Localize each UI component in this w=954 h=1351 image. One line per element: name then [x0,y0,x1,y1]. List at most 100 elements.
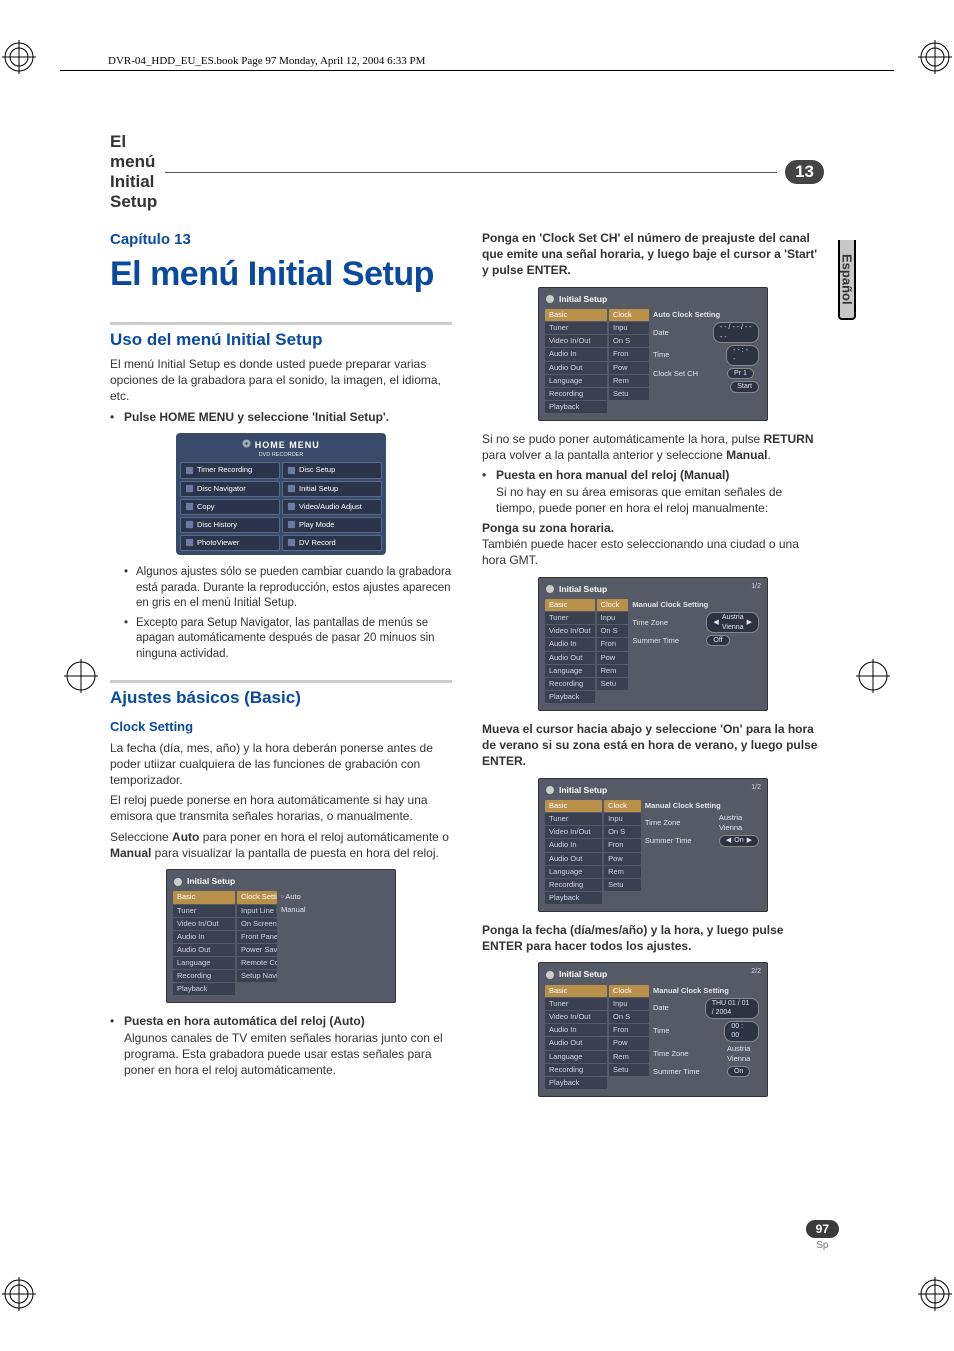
gear-icon [545,785,555,795]
osd-sidebar-item: Rem [609,1051,649,1063]
osd-sidebar-item: Recording [545,388,607,400]
osd-sidebar-item: Basic [545,599,595,611]
osd-sidebar-item: Basic [545,309,607,321]
book-header-info: DVR-04_HDD_EU_ES.book Page 97 Monday, Ap… [108,55,425,67]
page-number: 97 [806,1220,839,1238]
home-menu-item: Timer Recording [180,462,280,478]
osd-sidebar-item: Recording [173,970,235,982]
disc-icon [242,439,251,448]
home-menu-item: Disc Setup [282,462,382,478]
instruction: Ponga la fecha (día/mes/año) y la hora, … [482,922,824,954]
gear-icon [173,877,183,887]
osd-option: ▫ Auto [279,891,389,903]
initial-setup-osd-auto-clock: Initial Setup BasicTunerVideo In/OutAudi… [538,287,768,421]
heading-basic: Ajustes básicos (Basic) [110,680,452,710]
osd-sidebar-item: On S [609,335,649,347]
osd-sidebar-item: Video In/Out [173,918,235,930]
heading-uso: Uso del menú Initial Setup [110,322,452,352]
osd-sidebar-item: Setu [604,879,641,891]
home-menu-item: Copy [180,499,280,515]
osd-value-row: Time ZoneAustria Vienna [651,1043,761,1065]
instruction-bullet: Puesta en hora automática del reloj (Aut… [110,1013,452,1078]
osd-sidebar-item: Video In/Out [545,1011,607,1023]
gear-icon [545,294,555,304]
paragraph: El menú Initial Setup es donde usted pue… [110,356,452,405]
osd-sidebar-item: Clock [609,309,649,321]
osd-sidebar-item: Fron [609,348,649,360]
osd-sidebar-item: Rem [604,866,641,878]
instruction: Mueva el cursor hacia abajo y seleccione… [482,721,824,770]
osd-sidebar-item: Tuner [545,998,607,1010]
osd-value-row: Clock Set CHPr 1 [651,367,761,380]
osd-sidebar-item: Playback [545,1077,607,1089]
header-rule [60,70,894,71]
paragraph: Seleccione Auto para poner en hora el re… [110,829,452,861]
osd-sidebar-item: Language [545,375,607,387]
osd-value-row: Time Zone◀Austria Vienna▶ [630,611,761,634]
osd-submenu-item: Front Panel Display [237,931,277,943]
section-rule [165,172,777,173]
osd-option: Manual [279,904,389,916]
instruction-bullet: Pulse HOME MENU y seleccione 'Initial Se… [110,409,452,425]
osd-value-row: DateTHU 01 / 01 / 2004 [651,997,761,1020]
osd-sidebar-item: Language [545,665,595,677]
gear-icon [545,970,555,980]
paragraph: La fecha (día, mes, año) y la hora deber… [110,740,452,789]
page-content: Capítulo 13 El menú Initial Setup Uso de… [110,230,824,1211]
manual-page: { "header_book_info": "DVR-04_HDD_EU_ES.… [0,0,954,1351]
osd-sidebar-item: Rem [609,375,649,387]
osd-sidebar-item: Basic [173,891,235,903]
osd-sidebar-item: Basic [545,800,602,812]
instruction: Ponga en 'Clock Set CH' el número de pre… [482,230,824,279]
home-menu-osd: HOME MENU DVD RECORDER Timer RecordingDi… [176,433,386,555]
initial-setup-osd-manual-2: 1/2 Initial Setup BasicTunerVideo In/Out… [538,778,768,912]
osd-sidebar-item: Pow [597,652,629,664]
osd-sidebar-item: Setu [609,388,649,400]
osd-submenu-item: Power Save [237,944,277,956]
registration-mark-icon [918,40,952,74]
osd-sidebar-item: Pow [604,853,641,865]
osd-sidebar-item: Video In/Out [545,335,607,347]
registration-mark-icon [64,659,98,693]
home-menu-title: HOME MENU [180,439,382,451]
section-header-bar: El menú Initial Setup 13 [110,132,824,212]
osd-sidebar-item: Audio In [545,348,607,360]
osd-sidebar-item: On S [609,1011,649,1023]
home-menu-subtitle: DVD RECORDER [180,452,382,459]
osd-sidebar-item: Fron [597,638,629,650]
osd-sidebar-item: On S [597,625,629,637]
osd-sidebar-item: Language [173,957,235,969]
osd-sidebar-item: Setu [597,678,629,690]
osd-submenu-item: Setup Navigator [237,970,277,982]
osd-sidebar-item: Pow [609,362,649,374]
osd-submenu-item: Remote Control Set [237,957,277,969]
osd-sidebar-item: Clock [609,985,649,997]
instruction: Ponga su zona horaria. También puede hac… [482,520,824,569]
section-title: El menú Initial Setup [110,132,157,212]
home-menu-item: PhotoViewer [180,535,280,551]
osd-sidebar-item: Audio Out [173,944,235,956]
osd-sidebar-item: Recording [545,678,595,690]
home-menu-item: Disc Navigator [180,481,280,497]
osd-sidebar-item: Playback [173,983,235,995]
osd-sidebar-item: Inpu [604,813,641,825]
osd-sidebar-item: Inpu [597,612,629,624]
chapter-label: Capítulo 13 [110,230,452,250]
osd-value-row: Summer TimeOn [651,1065,761,1078]
home-menu-item: Play Mode [282,517,382,533]
osd-value-row: Time00 : 00 [651,1020,761,1043]
instruction-bullet: Puesta en hora manual del reloj (Manual)… [482,467,824,516]
osd-sidebar-item: Fron [609,1024,649,1036]
language-tab: Español [838,240,856,320]
osd-sidebar-item: Recording [545,1064,607,1076]
subheading-clock: Clock Setting [110,718,452,736]
osd-sidebar-item: Language [545,866,602,878]
osd-value-row: Date- - / - - / - - - - [651,321,761,344]
registration-mark-icon [2,40,36,74]
home-menu-item: Initial Setup [282,481,382,497]
osd-submenu-item: On Screen Display [237,918,277,930]
osd-sidebar-item: Playback [545,892,602,904]
osd-sidebar-item: Inpu [609,998,649,1010]
osd-sidebar-item: Rem [597,665,629,677]
paragraph: Si no se pudo poner automáticamente la h… [482,431,824,463]
